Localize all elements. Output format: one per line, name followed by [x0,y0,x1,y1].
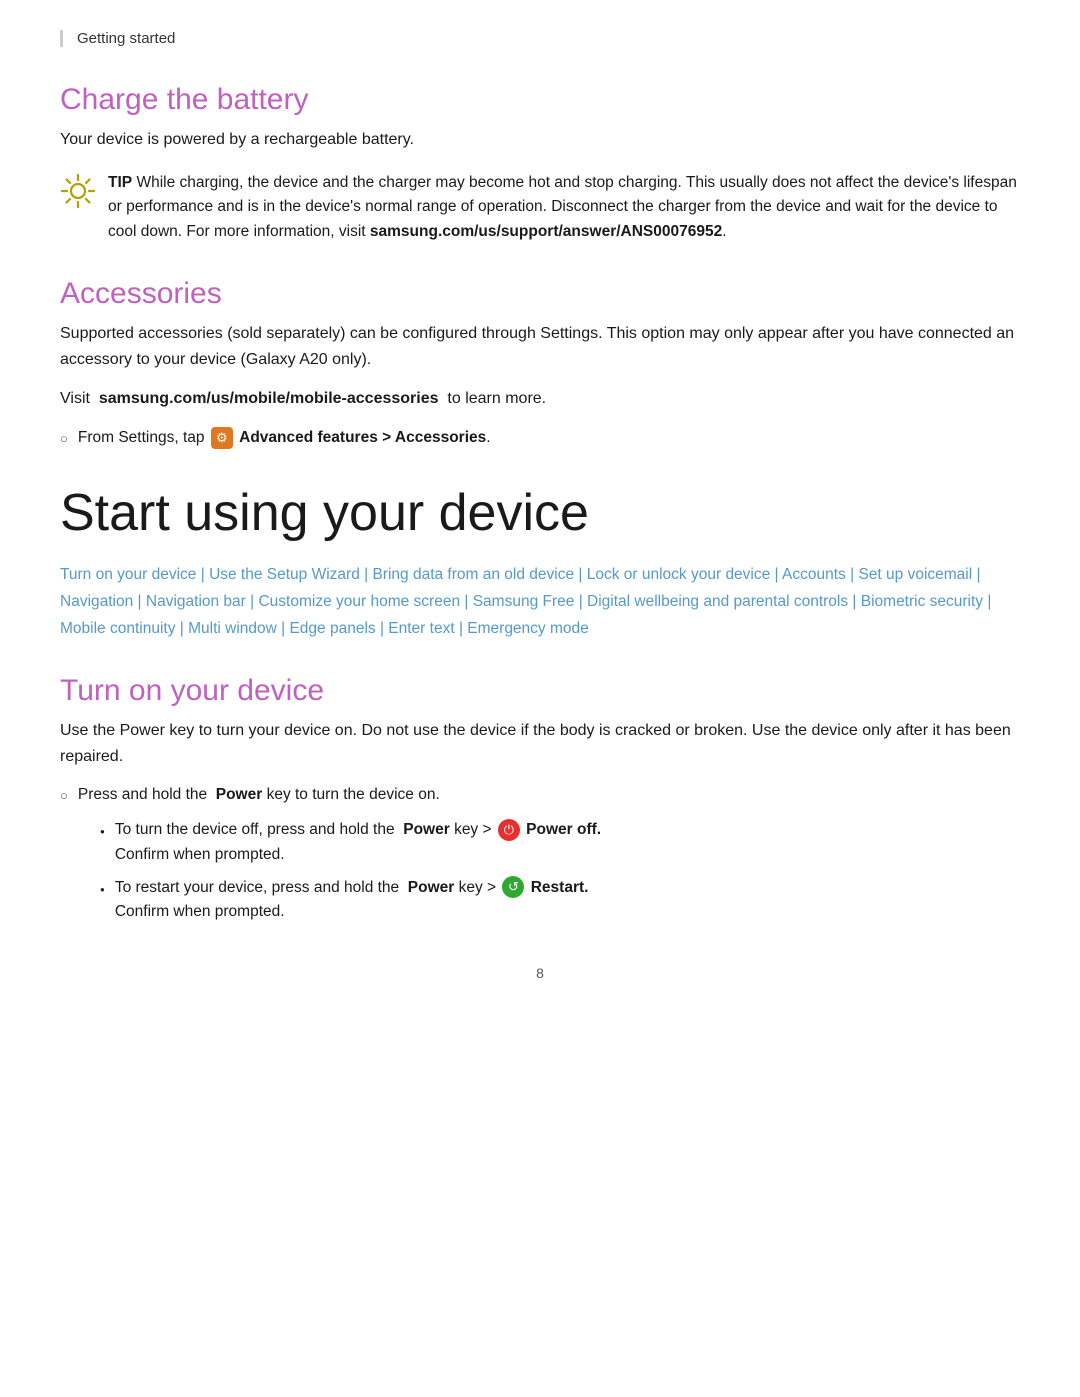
accessories-bullet: ○ From Settings, tap ⚙ Advanced features… [60,426,1020,451]
sub2-text: To restart your device, press and hold t… [115,876,589,926]
link-navigation-bar[interactable]: Navigation bar [146,593,246,610]
link-multi-window[interactable]: Multi window [188,620,277,637]
turn-on-title: Turn on your device [60,674,1020,708]
link-voicemail[interactable]: Set up voicemail [858,566,972,583]
page-header: Getting started [60,30,1020,47]
start-using-title: Start using your device [60,483,1020,543]
sub2-suffix: Confirm when prompted. [115,903,285,920]
sub1-mid: key > [454,821,491,838]
turn-on-power-bold: Power [216,786,263,803]
accessories-link[interactable]: samsung.com/us/mobile/mobile-accessories [99,390,439,407]
link-digital-wellbeing[interactable]: Digital wellbeing and parental controls [587,593,848,610]
link-enter-text[interactable]: Enter text [388,620,454,637]
turn-on-sub2: ● To restart your device, press and hold… [100,876,1020,926]
link-edge-panels[interactable]: Edge panels [289,620,375,637]
link-samsung-free[interactable]: Samsung Free [473,593,575,610]
accessories-section: Accessories Supported accessories (sold … [60,277,1020,451]
sub-bullet-dot-2: ● [100,884,105,897]
sub1-prefix: To turn the device off, press and hold t… [115,821,395,838]
tip-text: TIP While charging, the device and the c… [108,171,1020,245]
page-number: 8 [60,965,1020,981]
link-navigation[interactable]: Navigation [60,593,133,610]
accessories-visit: Visit samsung.com/us/mobile/mobile-acces… [60,386,1020,412]
restart-icon: ↺ [502,876,524,898]
sub2-prefix: To restart your device, press and hold t… [115,879,399,896]
accessories-bullet-bold: Advanced features > Accessories [239,429,486,446]
sub1-suffix: Confirm when prompted. [115,846,285,863]
turn-on-body: Use the Power key to turn your device on… [60,718,1020,769]
turn-on-section: Turn on your device Use the Power key to… [60,674,1020,925]
sub-bullet-dot-1: ● [100,826,105,839]
tip-icon [60,173,96,209]
tip-box: TIP While charging, the device and the c… [60,171,1020,245]
charge-battery-section: Charge the battery Your device is powere… [60,83,1020,245]
link-lock-unlock[interactable]: Lock or unlock your device [587,566,771,583]
charge-battery-title: Charge the battery [60,83,1020,117]
link-accounts[interactable]: Accounts [782,566,846,583]
header-label: Getting started [77,30,175,47]
tip-label: TIP [108,174,132,191]
sub1-poweroff-bold: Power off. [526,821,601,838]
start-using-section: Start using your device Turn on your dev… [60,483,1020,642]
settings-icon: ⚙ [211,427,233,449]
accessories-visit-suffix: to learn more. [447,390,546,407]
link-mobile-continuity[interactable]: Mobile continuity [60,620,175,637]
sub2-power-bold: Power [408,879,455,896]
turn-on-bullet1-text: Press and hold the Power key to turn the… [78,783,440,808]
turn-on-bullet1-prefix: Press and hold the [78,786,207,803]
charge-battery-body: Your device is powered by a rechargeable… [60,127,1020,153]
link-home-screen[interactable]: Customize your home screen [258,593,460,610]
tip-link-suffix: . [722,223,726,240]
circle-icon: ○ [60,429,68,450]
circle-icon-2: ○ [60,786,68,807]
turn-on-bullet1-suffix: key to turn the device on. [267,786,440,803]
accessories-visit-prefix: Visit [60,390,90,407]
link-biometric[interactable]: Biometric security [861,593,983,610]
link-emergency[interactable]: Emergency mode [467,620,588,637]
sub2-mid: key > [459,879,496,896]
sub1-text: To turn the device off, press and hold t… [115,818,601,868]
turn-on-sub1: ● To turn the device off, press and hold… [100,818,1020,868]
link-turn-on[interactable]: Turn on your device [60,566,196,583]
tip-link[interactable]: samsung.com/us/support/answer/ANS0007695… [370,223,722,240]
link-setup-wizard[interactable]: Use the Setup Wizard [209,566,360,583]
sub2-restart-bold: Restart. [531,879,589,896]
start-using-links: Turn on your device | Use the Setup Wiza… [60,561,1020,642]
accessories-bullet-text: From Settings, tap ⚙ Advanced features >… [78,426,491,451]
accessories-body: Supported accessories (sold separately) … [60,321,1020,372]
sub1-power-bold: Power [403,821,450,838]
accessories-title: Accessories [60,277,1020,311]
accessories-bullet-suffix: . [486,429,490,446]
link-bring-data[interactable]: Bring data from an old device [372,566,574,583]
accessories-bullet-prefix: From Settings, tap [78,429,205,446]
turn-on-bullet1: ○ Press and hold the Power key to turn t… [60,783,1020,808]
power-off-icon: ⏻ [498,819,520,841]
